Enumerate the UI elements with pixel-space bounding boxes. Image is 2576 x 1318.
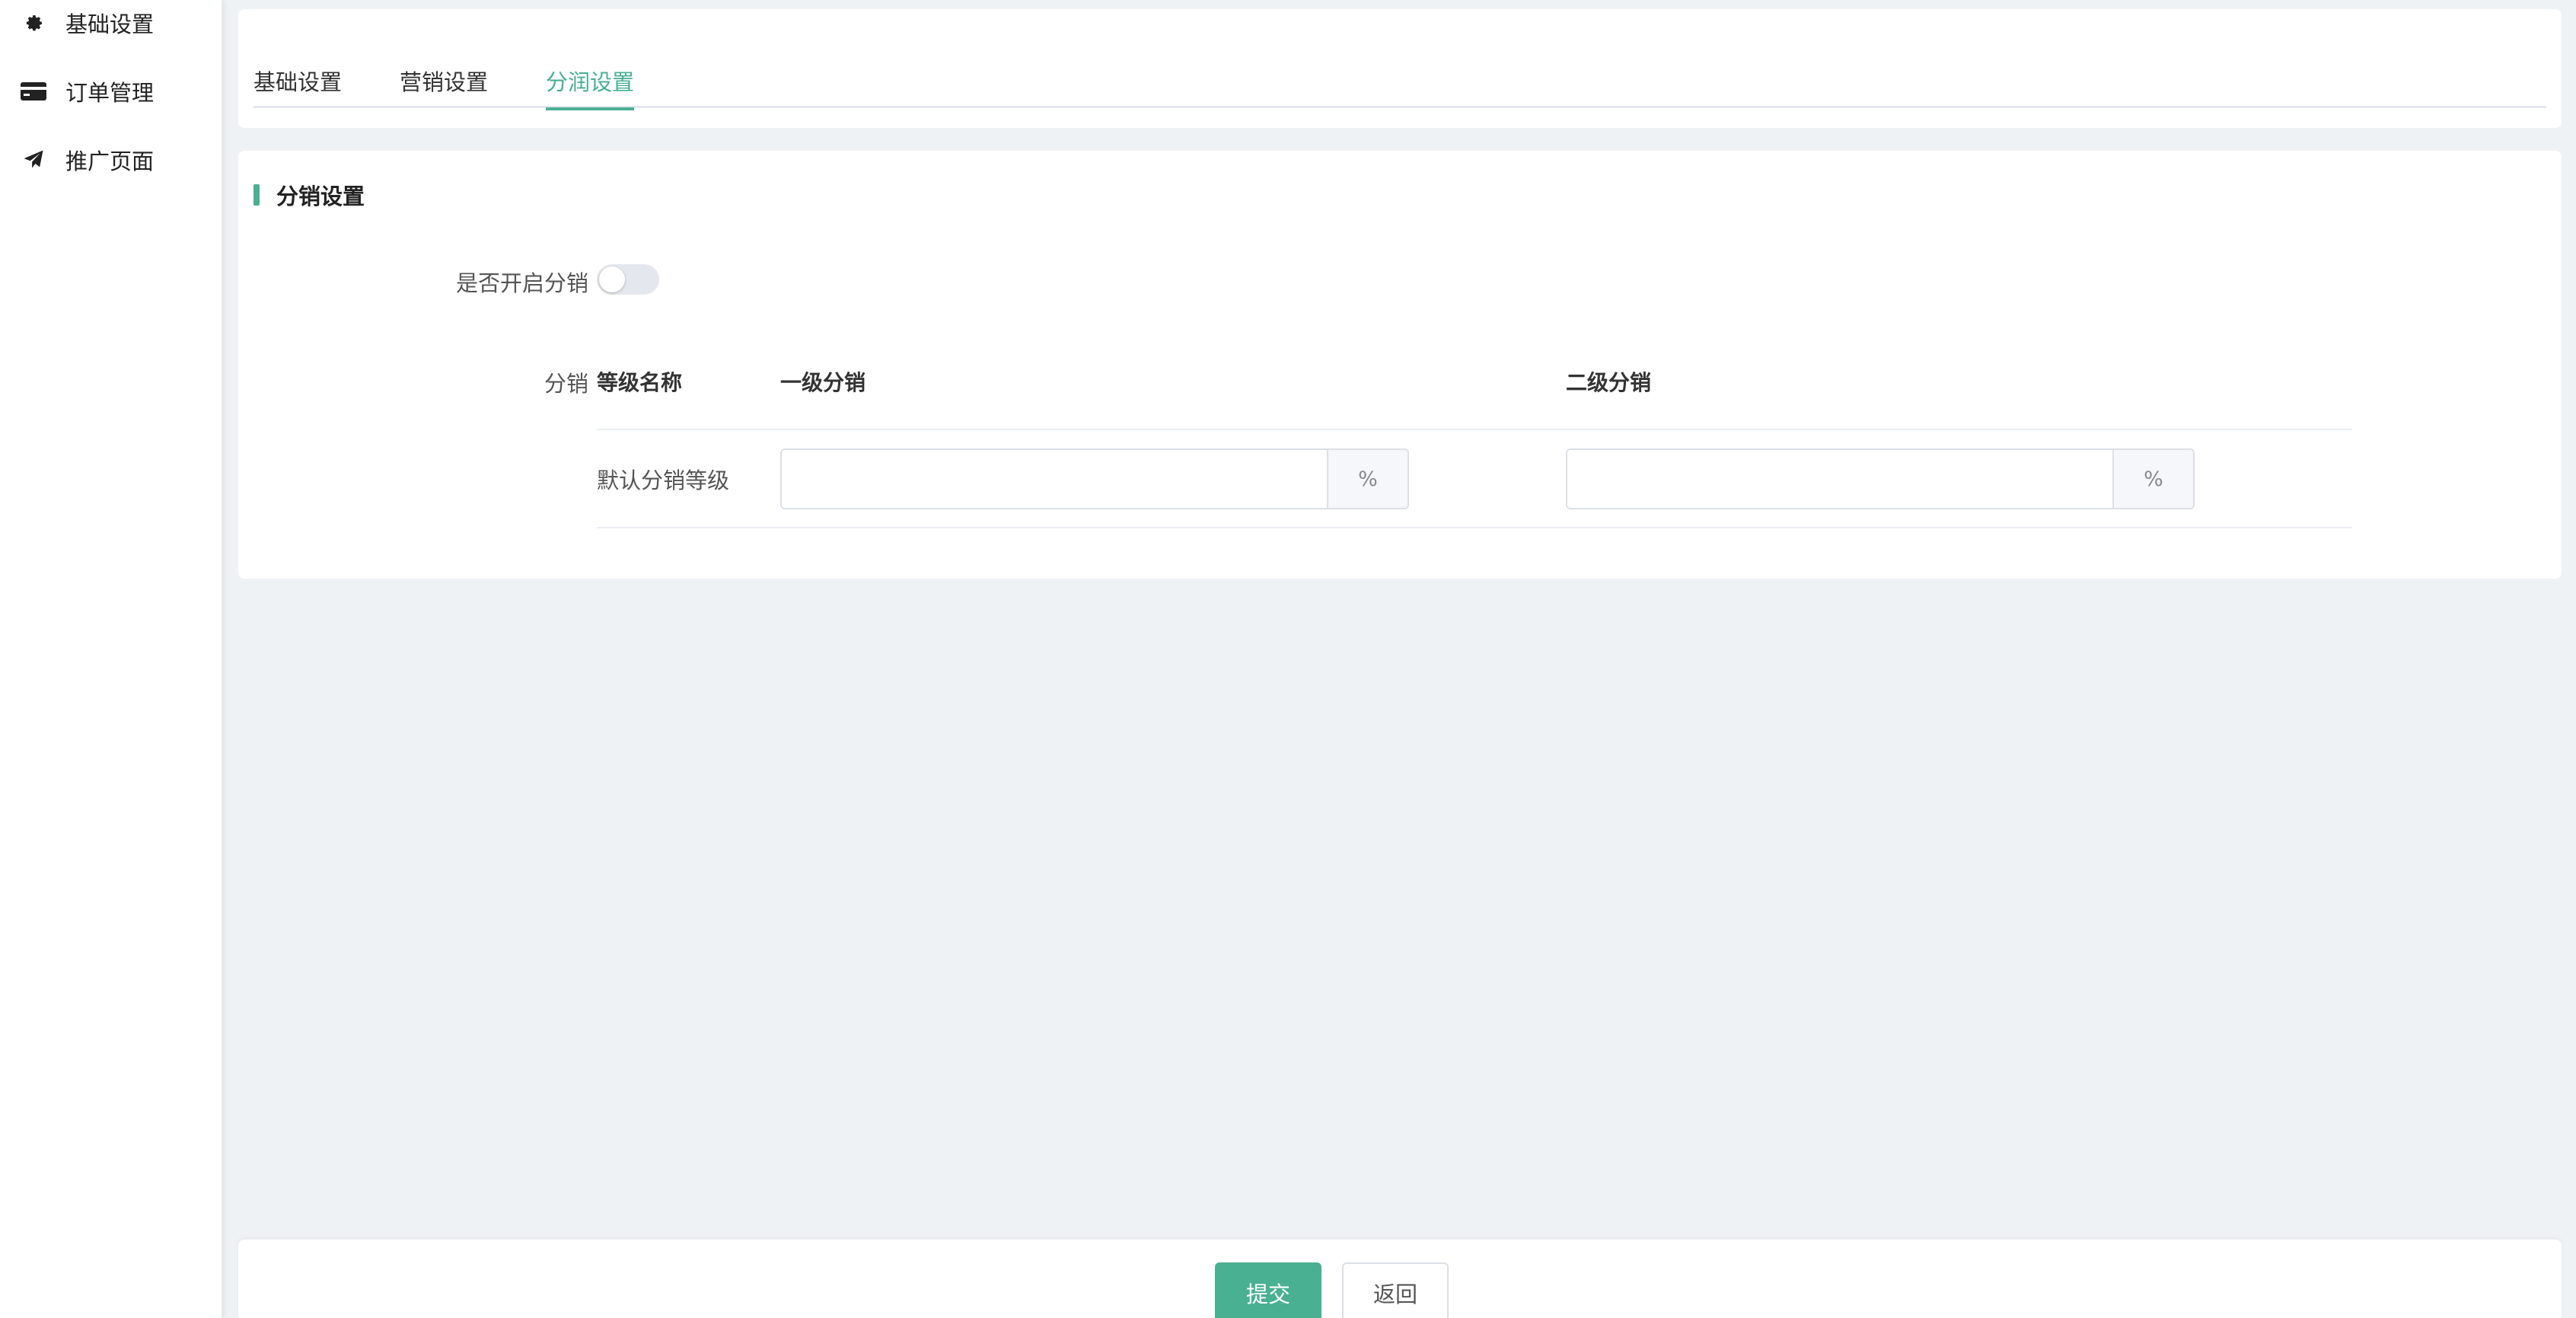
distribution-settings-card: 分销设置 是否开启分销 分销 等级名称 一级分销 二级分销 默认分销等级 % % [238,151,2562,579]
section-title-marker [253,184,260,206]
sidebar-item-order-management[interactable]: 订单管理 [18,69,209,114]
column-header-level-name: 等级名称 [597,370,683,395]
submit-button[interactable]: 提交 [1215,1262,1321,1318]
section-title: 分销设置 [253,183,365,209]
card-icon [18,76,49,107]
sidebar-item-label: 基础设置 [65,11,155,37]
level2-rate-input[interactable] [1567,450,2112,508]
level1-rate-input[interactable] [782,450,1327,508]
distribution-label: 分销 [544,371,588,397]
level1-rate-input-group: % [780,448,1409,509]
level2-rate-input-group: % [1566,448,2195,509]
tab-profit-sharing-settings[interactable]: 分润设置 [546,53,635,110]
tabs-card: 基础设置 营销设置 分润设置 [238,9,2562,128]
table-divider [597,429,2352,430]
action-footer: 提交 返回 [238,1240,2562,1318]
section-title-text: 分销设置 [276,183,365,209]
paper-plane-icon [18,145,49,175]
sidebar-item-basic-settings[interactable]: 基础设置 [18,0,209,46]
switch-knob [599,266,625,292]
row-level-name: 默认分销等级 [597,468,730,493]
enable-distribution-switch[interactable] [597,264,659,295]
tab-marketing-settings[interactable]: 营销设置 [400,53,488,108]
sidebar-item-promotion-page[interactable]: 推广页面 [18,137,209,183]
column-header-level1: 一级分销 [780,370,866,395]
back-button[interactable]: 返回 [1342,1262,1449,1318]
sidebar: 基础设置 订单管理 推广页面 [0,0,222,1318]
percent-suffix: % [2112,450,2193,508]
app-root: 基础设置 订单管理 推广页面 基础设置 营销设置 分润设置 分销设置 是否开启分… [0,0,2576,1318]
sidebar-item-label: 订单管理 [65,80,155,106]
tab-basic-settings[interactable]: 基础设置 [253,53,342,108]
enable-distribution-label: 是否开启分销 [455,270,588,296]
tab-bar: 基础设置 营销设置 分润设置 [253,53,2546,110]
column-header-level2: 二级分销 [1566,370,1652,395]
table-divider [597,527,2352,528]
sidebar-item-label: 推广页面 [65,148,155,174]
gear-icon [18,8,49,38]
percent-suffix: % [1327,450,1408,508]
